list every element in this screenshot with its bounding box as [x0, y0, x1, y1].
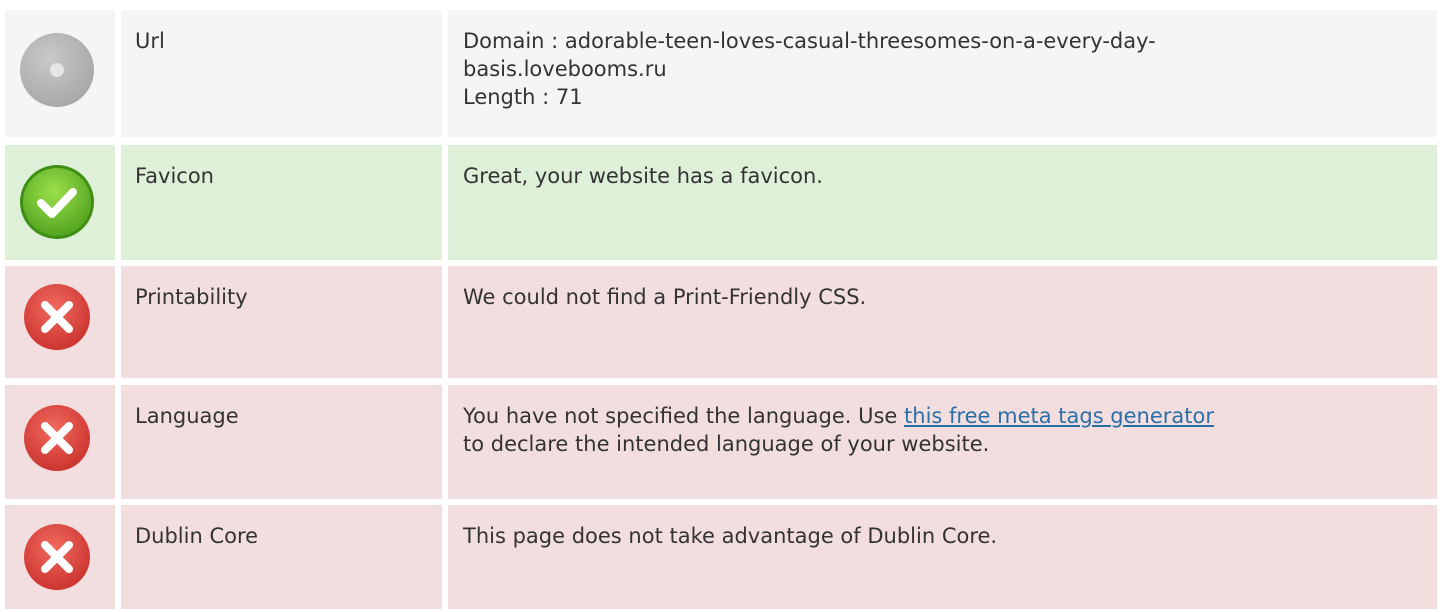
- seo-results-table: Url Domain : adorable-teen-loves-casual-…: [0, 0, 1450, 612]
- row-detail: You have not specified the language. Use…: [448, 385, 1437, 499]
- detail-domain-continuation: basis.lovebooms.ru: [463, 57, 667, 81]
- info-circle-icon: [19, 32, 95, 108]
- result-row-printability: Printability We could not find a Print-F…: [0, 266, 1450, 378]
- row-detail: This page does not take advantage of Dub…: [448, 505, 1437, 609]
- row-label: Url: [121, 10, 442, 137]
- row-label: Favicon: [121, 145, 442, 260]
- status-icon-cell: [5, 505, 115, 609]
- result-row-dublin-core: Dublin Core This page does not take adva…: [0, 505, 1450, 609]
- detail-text: You have not specified the language. Use: [463, 404, 905, 428]
- result-row-url: Url Domain : adorable-teen-loves-casual-…: [0, 10, 1450, 137]
- status-icon-cell: [5, 10, 115, 137]
- row-detail: Domain : adorable-teen-loves-casual-thre…: [448, 10, 1437, 137]
- status-icon-cell: [5, 145, 115, 260]
- detail-text-continuation: to declare the intended language of your…: [463, 432, 990, 456]
- detail-domain-line: Domain : adorable-teen-loves-casual-thre…: [463, 29, 1156, 53]
- detail-length-line: Length : 71: [463, 85, 583, 109]
- error-circle-icon: [23, 523, 91, 591]
- meta-tags-generator-link[interactable]: this free meta tags generator: [904, 404, 1214, 428]
- row-detail: We could not find a Print-Friendly CSS.: [448, 266, 1437, 378]
- row-detail: Great, your website has a favicon.: [448, 145, 1437, 260]
- check-circle-icon: [19, 164, 95, 240]
- error-circle-icon: [23, 404, 91, 472]
- result-row-favicon: Favicon Great, your website has a favico…: [0, 145, 1450, 260]
- row-label: Language: [121, 385, 442, 499]
- status-icon-cell: [5, 266, 115, 378]
- result-row-language: Language You have not specified the lang…: [0, 385, 1450, 499]
- row-label: Dublin Core: [121, 505, 442, 609]
- status-icon-cell: [5, 385, 115, 499]
- error-circle-icon: [23, 283, 91, 351]
- row-label: Printability: [121, 266, 442, 378]
